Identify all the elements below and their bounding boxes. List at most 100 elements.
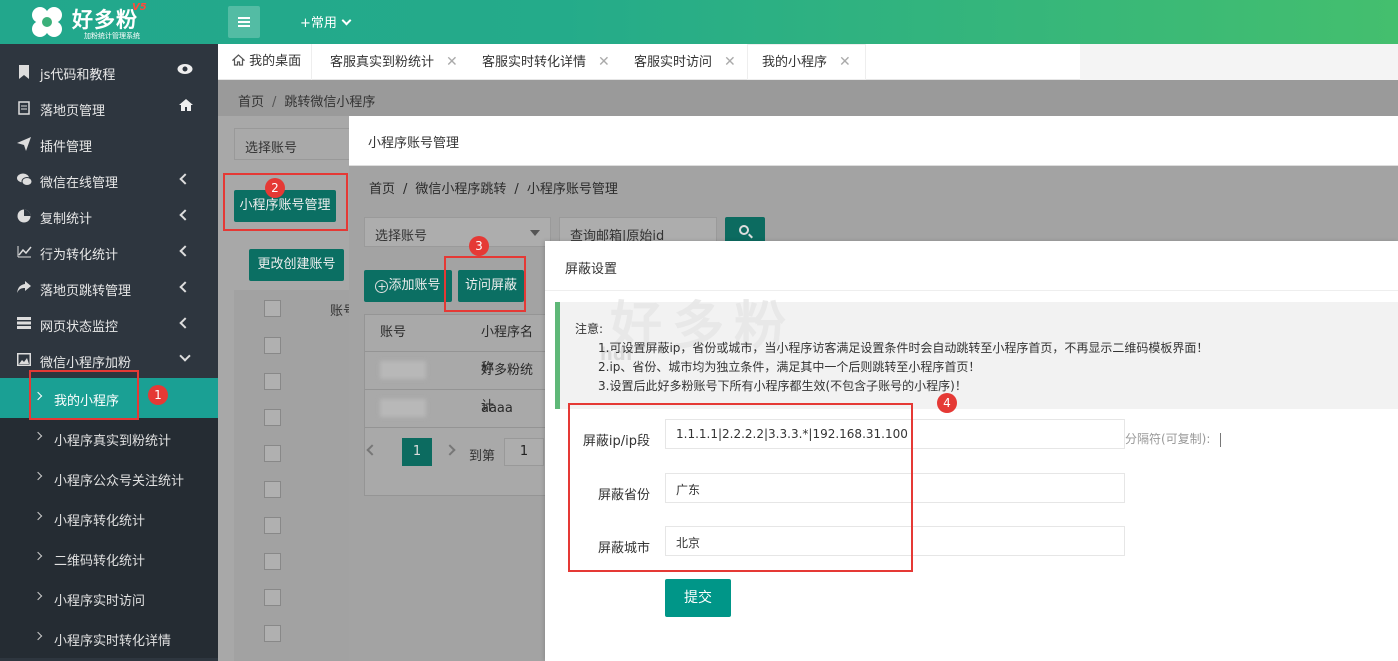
hamburger-icon: [238, 17, 250, 19]
eye-icon[interactable]: [177, 63, 193, 79]
separator-hint: 分隔符(可复制):: [1125, 430, 1222, 447]
goto-page-input[interactable]: 1: [504, 438, 544, 466]
row-checkbox[interactable]: [264, 337, 281, 354]
add-account-button[interactable]: + 添加账号: [364, 270, 452, 302]
tab-label: 我的小程序: [762, 55, 828, 70]
close-icon[interactable]: ✕: [839, 54, 851, 70]
sidebar-subitem-qrcode[interactable]: 二维码转化统计: [0, 538, 218, 578]
sidebar-item-behavior-stats[interactable]: 行为转化统计: [0, 234, 218, 270]
row-checkbox[interactable]: [264, 589, 281, 606]
chevron-left-icon: [179, 245, 191, 257]
breadcrumb-home[interactable]: 首页: [369, 182, 395, 197]
breadcrumb-wechat-redirect[interactable]: 微信小程序跳转: [415, 182, 506, 197]
send-icon: [17, 137, 31, 151]
table-header-account: 账号: [380, 325, 407, 340]
row-checkbox[interactable]: [264, 625, 281, 642]
blurred-account: [380, 361, 426, 379]
sidebar-item-plugins[interactable]: 插件管理: [0, 126, 218, 162]
sidebar-item-label: 微信在线管理: [40, 176, 119, 191]
sidebar-subitem-official-follow[interactable]: 小程序公众号关注统计: [0, 458, 218, 498]
account-table: 账号: [234, 290, 366, 661]
list-icon: [17, 317, 31, 331]
sidebar-subitem-conversion[interactable]: 小程序转化统计: [0, 498, 218, 538]
sidebar-item-landing-redirect[interactable]: 落地页跳转管理: [0, 270, 218, 306]
chevron-left-icon: [179, 209, 191, 221]
modal-title: 小程序账号管理: [368, 136, 460, 151]
table-header-name: 小程序名称: [481, 325, 534, 376]
common-menu-dropdown[interactable]: +常用: [300, 12, 352, 31]
sidebar-item-wechat-online[interactable]: 微信在线管理: [0, 162, 218, 198]
annotation-number-2: 2: [265, 178, 285, 198]
current-page[interactable]: 1: [402, 438, 432, 466]
close-icon[interactable]: ✕: [724, 54, 736, 70]
notice-line: 3.设置后此好多粉账号下所有小程序都生效(不包含子账号的小程序)！: [598, 379, 967, 393]
sidebar-subitem-label: 小程序公众号关注统计: [54, 474, 185, 489]
tab-realtime-visit[interactable]: 客服实时访问 ✕: [634, 44, 736, 80]
logo-version: V5: [132, 2, 147, 13]
tab-my-miniprogram[interactable]: 我的小程序 ✕: [747, 44, 866, 80]
line-chart-icon: [17, 245, 32, 259]
annotation-number-3: 3: [469, 236, 489, 256]
sidebar-subitem-label: 二维码转化统计: [54, 554, 146, 569]
breadcrumb-home[interactable]: 首页: [238, 95, 264, 110]
chevron-right-icon: [33, 591, 43, 601]
row-checkbox[interactable]: [264, 445, 281, 462]
notice-title: 注意:: [575, 322, 604, 336]
tab-realtime-conversion[interactable]: 客服实时转化详情 ✕: [482, 44, 610, 80]
sidebar-item-js-code[interactable]: js代码和教程: [0, 54, 218, 90]
hamburger-menu-button[interactable]: [228, 6, 260, 38]
chevron-right-icon: [33, 471, 43, 481]
close-icon[interactable]: ✕: [598, 54, 610, 70]
tab-label: 客服实时转化详情: [482, 55, 587, 70]
logo-subtitle: 加粉统计管理系统: [84, 32, 140, 40]
row-checkbox[interactable]: [264, 517, 281, 534]
notice-box: 好多粉 hdf 注意: 1.可设置屏蔽ip，省份或城市，当小程序访客满足设置条件…: [555, 297, 1398, 409]
chevron-left-icon: [179, 173, 191, 185]
notice-line: 1.可设置屏蔽ip，省份或城市，当小程序访客满足设置条件时会自动跳转至小程序首页…: [598, 341, 1209, 355]
sidebar-item-label: 行为转化统计: [40, 248, 119, 263]
row-checkbox[interactable]: [264, 373, 281, 390]
change-account-button[interactable]: 更改创建账号: [249, 249, 344, 281]
sidebar-item-label: js代码和教程: [40, 68, 116, 83]
account-select[interactable]: 选择账号: [364, 217, 551, 247]
sidebar-item-label: 复制统计: [40, 212, 93, 227]
chevron-right-icon: [33, 631, 43, 641]
close-icon[interactable]: ✕: [446, 54, 458, 70]
tab-real-fans-stats[interactable]: 客服真实到粉统计 ✕: [330, 44, 458, 80]
home-icon[interactable]: [179, 99, 193, 115]
sidebar-subitem-real-fans[interactable]: 小程序真实到粉统计: [0, 418, 218, 458]
tab-label: 我的桌面: [249, 54, 302, 69]
chevron-right-icon: [33, 551, 43, 561]
tab-bar: 我的桌面 客服真实到粉统计 ✕ 客服实时转化详情 ✕ 客服实时访问 ✕ 我的小程序 ✕: [218, 44, 1398, 80]
file-icon: [17, 101, 31, 115]
sidebar-subitem-label: 小程序实时访问: [54, 594, 146, 609]
breadcrumb-current: 小程序账号管理: [526, 182, 618, 197]
app-logo[interactable]: 好多粉 V5 加粉统计管理系统: [28, 2, 218, 42]
chevron-down-icon: [341, 15, 352, 26]
tab-my-desktop[interactable]: 我的桌面: [218, 44, 312, 80]
blurred-account: [380, 399, 426, 417]
submit-button[interactable]: 提交: [665, 579, 731, 617]
add-account-label: 添加账号: [388, 278, 441, 293]
next-page-icon[interactable]: [444, 444, 456, 456]
sidebar-item-label: 微信小程序加粉: [40, 356, 132, 371]
top-header: 好多粉 V5 加粉统计管理系统 +常用: [0, 0, 1398, 44]
row-checkbox[interactable]: [264, 409, 281, 426]
dropdown-triangle-icon: [530, 230, 540, 236]
prev-page-icon[interactable]: [366, 444, 378, 456]
breadcrumb: 首页 / 跳转微信小程序: [238, 95, 376, 110]
row-checkbox[interactable]: [264, 481, 281, 498]
sidebar-item-page-monitor[interactable]: 网页状态监控: [0, 306, 218, 342]
sidebar-subitem-realtime-conversion[interactable]: 小程序实时转化详情: [0, 618, 218, 658]
annotation-box-4: [568, 403, 913, 572]
bookmark-icon: [17, 65, 31, 79]
sidebar-item-landing-page[interactable]: 落地页管理: [0, 90, 218, 126]
sidebar-item-copy-stats[interactable]: 复制统计: [0, 198, 218, 234]
sidebar-subitem-realtime-visit[interactable]: 小程序实时访问: [0, 578, 218, 618]
image-icon: [17, 353, 31, 367]
select-all-checkbox[interactable]: [264, 300, 281, 317]
table-row-name: aaaa: [481, 401, 513, 416]
chevron-right-icon: [33, 431, 43, 441]
clover-logo-icon: [32, 7, 62, 37]
row-checkbox[interactable]: [264, 553, 281, 570]
